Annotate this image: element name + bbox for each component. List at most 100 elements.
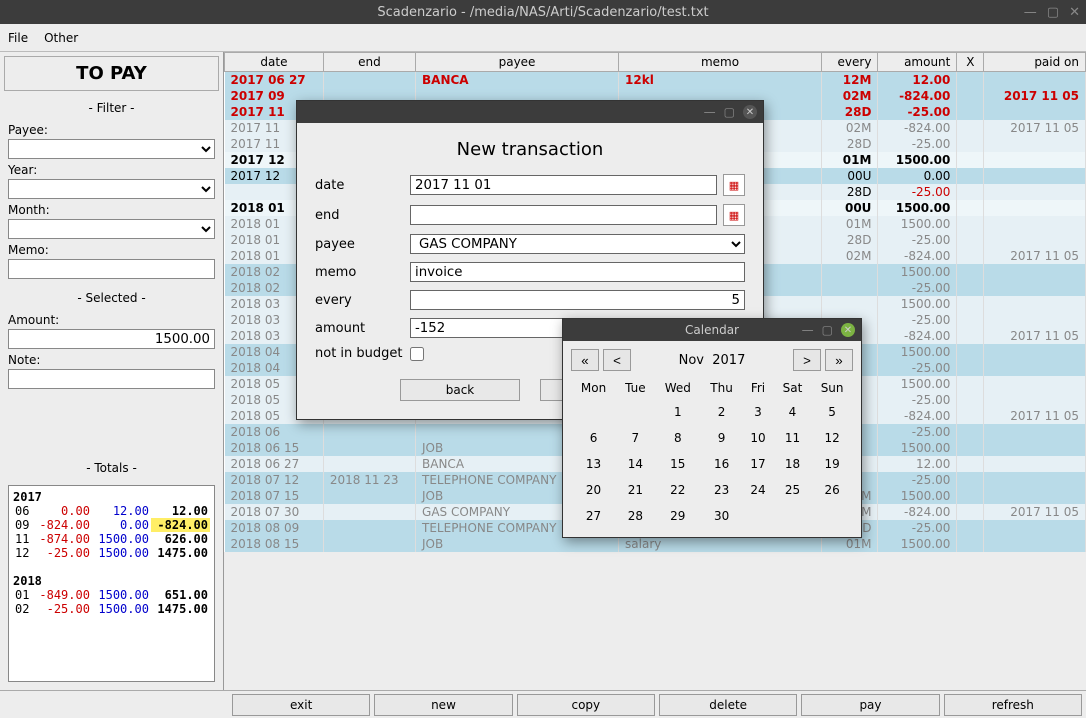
cal-next-month-button[interactable]: > <box>793 349 821 371</box>
calendar-titlebar[interactable]: Calendar — ▢ ✕ <box>563 319 861 341</box>
cal-day <box>742 503 774 529</box>
maximize-icon[interactable]: ▢ <box>1047 5 1059 20</box>
cal-day[interactable]: 14 <box>616 451 655 477</box>
new-button[interactable]: new <box>374 694 512 716</box>
cal-day[interactable]: 7 <box>616 425 655 451</box>
year-filter-select[interactable] <box>8 179 215 199</box>
month-label: Month: <box>8 203 215 217</box>
calendar-close-icon[interactable]: ✕ <box>841 323 855 337</box>
calendar-minimize-icon[interactable]: — <box>802 323 814 337</box>
dlg-end-label: end <box>315 208 410 223</box>
cal-day[interactable]: 23 <box>701 477 742 503</box>
year-label: Year: <box>8 163 215 177</box>
amount-input[interactable] <box>8 329 215 349</box>
cal-day[interactable]: 13 <box>571 451 616 477</box>
dlg-amount-label: amount <box>315 321 410 336</box>
col-paid[interactable]: paid on <box>984 53 1086 72</box>
dlg-payee-select[interactable]: GAS COMPANY <box>410 234 745 254</box>
cal-day[interactable]: 6 <box>571 425 616 451</box>
cal-day[interactable]: 24 <box>742 477 774 503</box>
cal-day[interactable]: 5 <box>811 399 853 425</box>
cal-prev-month-button[interactable]: < <box>603 349 631 371</box>
totals-section-label: - Totals - <box>4 461 219 475</box>
cal-prev-year-button[interactable]: « <box>571 349 599 371</box>
dlg-memo-label: memo <box>315 265 410 280</box>
cal-day[interactable]: 30 <box>701 503 742 529</box>
cal-day <box>774 503 811 529</box>
dlg-date-label: date <box>315 178 410 193</box>
dlg-back-button[interactable]: back <box>400 379 520 401</box>
cal-day[interactable]: 11 <box>774 425 811 451</box>
memo-filter-input[interactable] <box>8 259 215 279</box>
note-input[interactable] <box>8 369 215 389</box>
cal-day[interactable]: 17 <box>742 451 774 477</box>
cal-day[interactable]: 1 <box>655 399 701 425</box>
date-calendar-icon[interactable]: ▦ <box>723 174 745 196</box>
cal-day <box>571 399 616 425</box>
col-end[interactable]: end <box>323 53 415 72</box>
cal-day[interactable]: 10 <box>742 425 774 451</box>
close-icon[interactable]: ✕ <box>1069 5 1080 20</box>
dlg-nib-checkbox[interactable] <box>410 347 424 361</box>
cal-day[interactable]: 21 <box>616 477 655 503</box>
cal-day[interactable]: 27 <box>571 503 616 529</box>
dialog-titlebar[interactable]: — ▢ ✕ <box>297 101 763 123</box>
exit-button[interactable]: exit <box>232 694 370 716</box>
dialog-minimize-icon[interactable]: — <box>704 105 716 119</box>
dlg-memo-input[interactable] <box>410 262 745 282</box>
cal-next-year-button[interactable]: » <box>825 349 853 371</box>
minimize-icon[interactable]: — <box>1024 5 1037 20</box>
end-calendar-icon[interactable]: ▦ <box>723 204 745 226</box>
copy-button[interactable]: copy <box>517 694 655 716</box>
bottom-toolbar: exit new copy delete pay refresh <box>0 690 1086 718</box>
payee-filter-select[interactable] <box>8 139 215 159</box>
cal-day[interactable]: 26 <box>811 477 853 503</box>
cal-day[interactable]: 15 <box>655 451 701 477</box>
note-label: Note: <box>8 353 215 367</box>
calendar-title: Calendar <box>685 323 739 337</box>
cal-day[interactable]: 16 <box>701 451 742 477</box>
dialog-maximize-icon[interactable]: ▢ <box>724 105 735 119</box>
col-payee[interactable]: payee <box>416 53 619 72</box>
col-amount[interactable]: amount <box>878 53 957 72</box>
delete-button[interactable]: delete <box>659 694 797 716</box>
cal-day[interactable]: 8 <box>655 425 701 451</box>
cal-dow: Fri <box>742 377 774 399</box>
cal-day[interactable]: 29 <box>655 503 701 529</box>
filter-section-label: - Filter - <box>4 101 219 115</box>
cal-day[interactable]: 4 <box>774 399 811 425</box>
col-x[interactable]: X <box>957 53 984 72</box>
cal-day[interactable]: 28 <box>616 503 655 529</box>
sidebar-heading: TO PAY <box>4 56 219 91</box>
menu-other[interactable]: Other <box>44 31 78 45</box>
cal-day[interactable]: 18 <box>774 451 811 477</box>
dlg-date-input[interactable] <box>410 175 717 195</box>
pay-button[interactable]: pay <box>801 694 939 716</box>
dialog-heading: New transaction <box>315 139 745 160</box>
cal-day[interactable]: 12 <box>811 425 853 451</box>
dlg-every-input[interactable] <box>410 290 745 310</box>
payee-label: Payee: <box>8 123 215 137</box>
table-row[interactable]: 2017 06 27BANCA12kl12M12.00 <box>225 72 1086 89</box>
col-date[interactable]: date <box>225 53 324 72</box>
cal-day[interactable]: 25 <box>774 477 811 503</box>
month-filter-select[interactable] <box>8 219 215 239</box>
col-every[interactable]: every <box>822 53 878 72</box>
dlg-end-input[interactable] <box>410 205 717 225</box>
cal-dow: Thu <box>701 377 742 399</box>
calendar-maximize-icon[interactable]: ▢ <box>822 323 833 337</box>
menu-file[interactable]: File <box>8 31 28 45</box>
cal-day[interactable]: 22 <box>655 477 701 503</box>
refresh-button[interactable]: refresh <box>944 694 1082 716</box>
cal-day[interactable]: 19 <box>811 451 853 477</box>
cal-day[interactable]: 3 <box>742 399 774 425</box>
dialog-close-icon[interactable]: ✕ <box>743 105 757 119</box>
table-row[interactable]: 2018 08 15JOBsalary01M1500.00 <box>225 536 1086 552</box>
cal-dow: Tue <box>616 377 655 399</box>
col-memo[interactable]: memo <box>619 53 822 72</box>
selected-section-label: - Selected - <box>4 291 219 305</box>
cal-day[interactable]: 2 <box>701 399 742 425</box>
cal-day[interactable]: 9 <box>701 425 742 451</box>
amount-label: Amount: <box>8 313 215 327</box>
cal-day[interactable]: 20 <box>571 477 616 503</box>
